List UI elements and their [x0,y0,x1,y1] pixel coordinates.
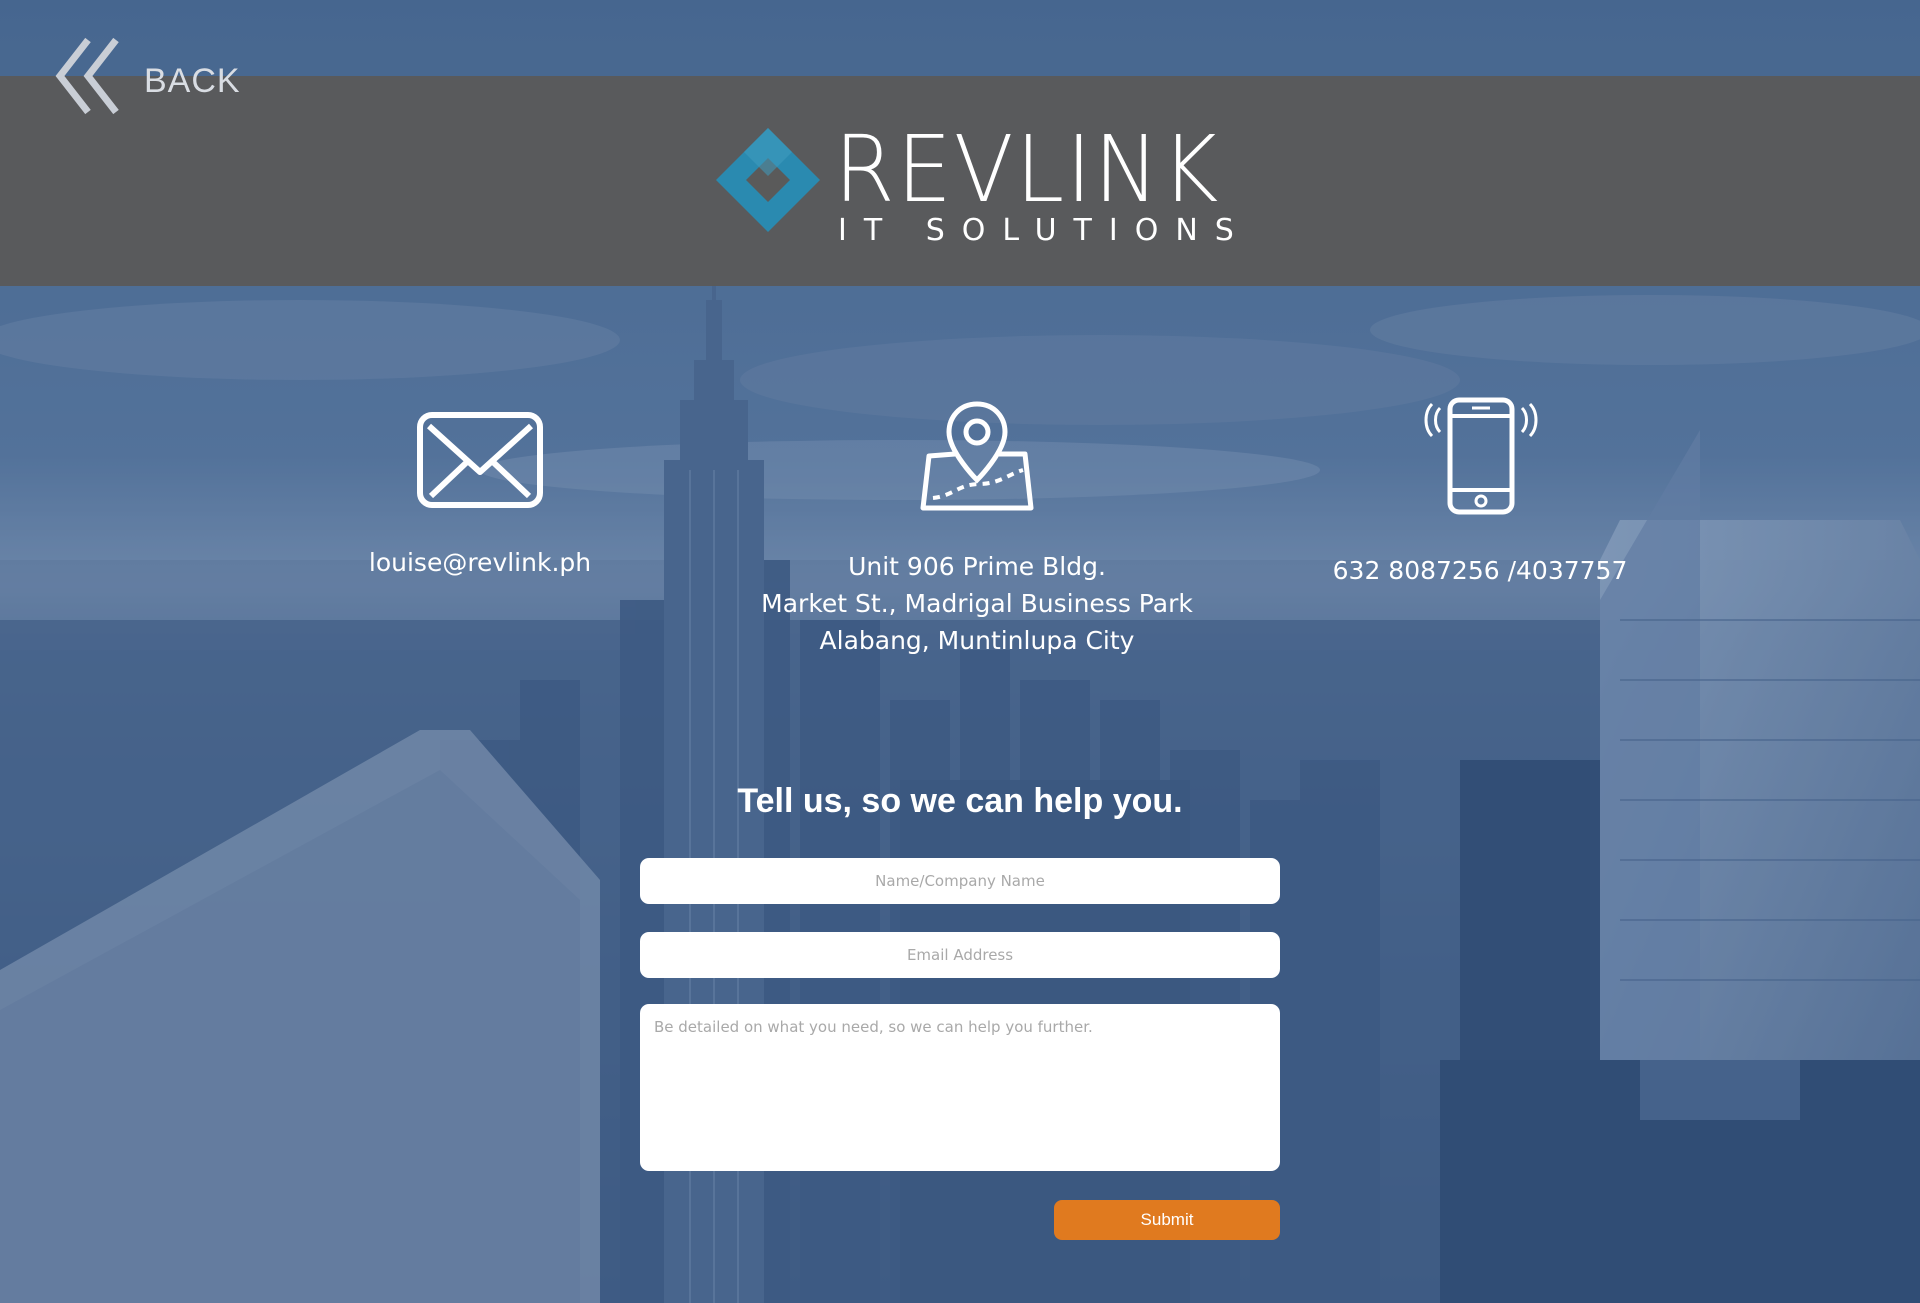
contact-email: louise@revlink.ph [340,412,620,581]
double-chevron-left-icon [54,36,124,127]
address-line-2: Market St., Madrigal Business Park [761,589,1193,618]
message-textarea[interactable] [640,1004,1280,1171]
email-address[interactable]: louise@revlink.ph [369,548,591,577]
header-band: REVLINK IT SOLUTIONS [0,76,1920,286]
back-label: BACK [144,61,241,100]
back-link[interactable]: BACK [54,36,241,127]
address-line-3: Alabang, Muntinlupa City [819,626,1135,655]
map-pin-icon [742,400,1212,522]
envelope-icon [340,412,620,518]
address-line-1: Unit 906 Prime Bldg. [848,552,1106,581]
brand-name: REVLINK [834,116,1221,223]
contact-address: Unit 906 Prime Bldg. Market St., Madriga… [742,400,1212,659]
name-company-input[interactable] [640,858,1280,904]
phone-number[interactable]: 632 8087256 /4037757 [1333,556,1628,585]
contact-phone: 632 8087256 /4037757 [1320,396,1640,589]
form-heading: Tell us, so we can help you. [737,782,1183,820]
mobile-phone-icon [1320,396,1640,526]
email-input[interactable] [640,932,1280,978]
submit-button[interactable]: Submit [1054,1200,1280,1240]
revlink-logo: REVLINK IT SOLUTIONS [716,124,1234,254]
diamond-logo-icon [716,128,820,237]
